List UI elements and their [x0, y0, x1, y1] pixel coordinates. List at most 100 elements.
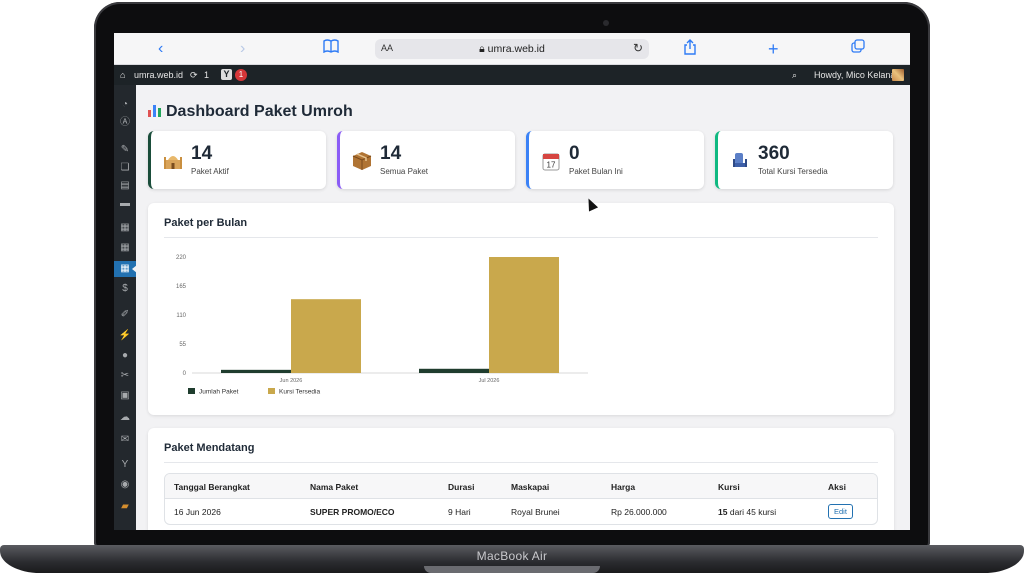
tabs-overview-icon[interactable]: [851, 39, 865, 59]
laptop-foot: [424, 566, 600, 573]
col-header-name[interactable]: Nama Paket: [310, 482, 358, 492]
col-header-airline[interactable]: Maskapai: [511, 482, 549, 492]
divider: [164, 462, 878, 463]
comments-menu-icon[interactable]: ▬: [114, 196, 136, 212]
bar-kursi-tersedia: [291, 299, 361, 373]
url-value: umra.web.id: [487, 43, 545, 55]
cell-airline: Royal Brunei: [511, 507, 560, 517]
plugin-menu-icon[interactable]: Ⓐ: [114, 115, 136, 131]
avatar[interactable]: [892, 69, 904, 81]
x-tick-label: Jun 2026: [280, 378, 303, 384]
calculator-alt-menu-icon[interactable]: ▦: [114, 240, 136, 256]
legend-label: Kursi Tersedia: [279, 389, 320, 396]
svg-text:17: 17: [547, 161, 556, 170]
cell-seats: 15 dari 45 kursi: [718, 507, 776, 517]
user-greeting[interactable]: Howdy, Mico Kelana: [814, 69, 895, 81]
edit-button[interactable]: Edit: [828, 504, 853, 519]
updates-count[interactable]: 1: [204, 69, 209, 81]
share-icon[interactable]: [683, 39, 697, 61]
dashboard-menu-icon[interactable]: ◔: [114, 97, 136, 113]
stat-card-seats: 360 Total Kursi Tersedia: [715, 131, 893, 189]
page-title-text: Dashboard Paket Umroh: [166, 103, 353, 120]
y-tick-label: 165: [176, 284, 187, 290]
admin-bar: ⌂ umra.web.id ⟳ 1 Y 1 ⌕ Howdy, Mico Kela…: [114, 65, 910, 85]
folder-menu-icon[interactable]: ▰: [114, 499, 136, 515]
table-header-row: Tanggal Berangkat Nama Paket Durasi Mask…: [165, 474, 877, 499]
new-tab-icon[interactable]: +: [768, 39, 779, 59]
site-name-link[interactable]: umra.web.id: [134, 69, 183, 81]
upcoming-panel-title: Paket Mendatang: [164, 442, 255, 454]
payments-menu-icon[interactable]: $: [114, 281, 136, 297]
device-label: MacBook Air: [476, 549, 548, 563]
settings-menu-icon[interactable]: ▣: [114, 388, 136, 404]
cloud-menu-icon[interactable]: ☁: [114, 410, 136, 426]
stat-value: 360: [758, 143, 790, 164]
stat-value: 14: [191, 143, 213, 164]
col-header-price[interactable]: Harga: [611, 482, 635, 492]
notification-badge[interactable]: 1: [235, 69, 247, 81]
pages-menu-icon[interactable]: ▤: [114, 178, 136, 194]
stat-card-all: 14 Semua Paket: [337, 131, 515, 189]
page-title: Dashboard Paket Umroh: [148, 103, 353, 121]
upcoming-table: Tanggal Berangkat Nama Paket Durasi Mask…: [164, 473, 878, 525]
seats-available: 15: [718, 507, 728, 517]
back-icon[interactable]: ‹: [158, 39, 163, 59]
browser-toolbar: ‹ › AA 🔒︎ umra.web.id ↻ +: [114, 33, 910, 65]
appearance-menu-icon[interactable]: ✐: [114, 307, 136, 323]
upcoming-panel: Paket Mendatang Tanggal Berangkat Nama P…: [148, 428, 894, 530]
bar-chart-icon: [148, 103, 162, 117]
legend-label: Jumlah Paket: [199, 389, 239, 396]
visibility-menu-icon[interactable]: ◉: [114, 477, 136, 493]
calendar-menu-icon[interactable]: ▦: [114, 261, 137, 277]
search-icon[interactable]: ⌕: [792, 69, 797, 81]
col-header-action: Aksi: [828, 482, 846, 492]
media-menu-icon[interactable]: ❏: [114, 160, 136, 176]
home-icon[interactable]: ⌂: [120, 69, 125, 81]
cell-price: Rp 26.000.000: [611, 507, 667, 517]
legend-swatch: [188, 388, 195, 394]
reload-icon[interactable]: ↻: [633, 41, 643, 55]
forward-icon[interactable]: ›: [240, 39, 245, 59]
stat-card-this-month: 17 0 Paket Bulan Ini: [526, 131, 704, 189]
y-tick-label: 220: [176, 255, 187, 261]
bar-kursi-tersedia: [489, 257, 559, 373]
chart-panel: Paket per Bulan 0 55 110 165 220 Jun 2026 Jul …: [148, 203, 894, 415]
seat-icon: [730, 151, 750, 171]
tools-menu-icon[interactable]: ✂: [114, 368, 136, 384]
seo-plugin-icon[interactable]: Y: [221, 69, 232, 80]
bar-jumlah-paket: [419, 368, 489, 373]
col-header-duration[interactable]: Durasi: [448, 482, 474, 492]
mail-menu-icon[interactable]: ✉: [114, 432, 136, 448]
posts-menu-icon[interactable]: ✎: [114, 142, 136, 158]
stat-label: Semua Paket: [380, 167, 429, 176]
mosque-icon: [163, 151, 183, 171]
lock-icon: 🔒︎: [479, 43, 485, 55]
cell-duration: 9 Hari: [448, 507, 471, 517]
chart-panel-title: Paket per Bulan: [164, 217, 248, 229]
users-menu-icon[interactable]: ●: [114, 348, 136, 364]
stat-value: 14: [380, 143, 402, 164]
cell-date: 16 Jun 2026: [174, 507, 221, 517]
updates-icon[interactable]: ⟳: [190, 69, 198, 81]
divider: [164, 237, 878, 238]
calculator-menu-icon[interactable]: ▦: [114, 220, 136, 236]
y-tick-label: 110: [176, 313, 186, 319]
bookmarks-icon[interactable]: [323, 39, 339, 59]
stat-label: Total Kursi Tersedia: [758, 167, 828, 176]
address-bar[interactable]: AA 🔒︎ umra.web.id ↻: [375, 39, 649, 59]
plugins-menu-icon[interactable]: ⚡: [114, 328, 136, 344]
stat-label: Paket Aktif: [191, 167, 229, 176]
y-tick-label: 55: [179, 342, 186, 348]
url-text: 🔒︎ umra.web.id: [375, 43, 649, 56]
col-header-seats[interactable]: Kursi: [718, 482, 740, 492]
table-row: 16 Jun 2026 SUPER PROMO/ECO 9 Hari Royal…: [165, 499, 877, 524]
x-tick-label: Jul 2026: [479, 378, 500, 384]
cell-package-name: SUPER PROMO/ECO: [310, 507, 395, 517]
col-header-date[interactable]: Tanggal Berangkat: [174, 482, 250, 492]
y-tick-label: 0: [183, 371, 187, 377]
screen: ‹ › AA 🔒︎ umra.web.id ↻ + ⌂ umra.web.id …: [114, 33, 910, 530]
package-icon: [352, 151, 372, 171]
seo-menu-icon[interactable]: Y: [114, 457, 136, 473]
legend-swatch: [268, 388, 275, 394]
stat-label: Paket Bulan Ini: [569, 167, 623, 176]
